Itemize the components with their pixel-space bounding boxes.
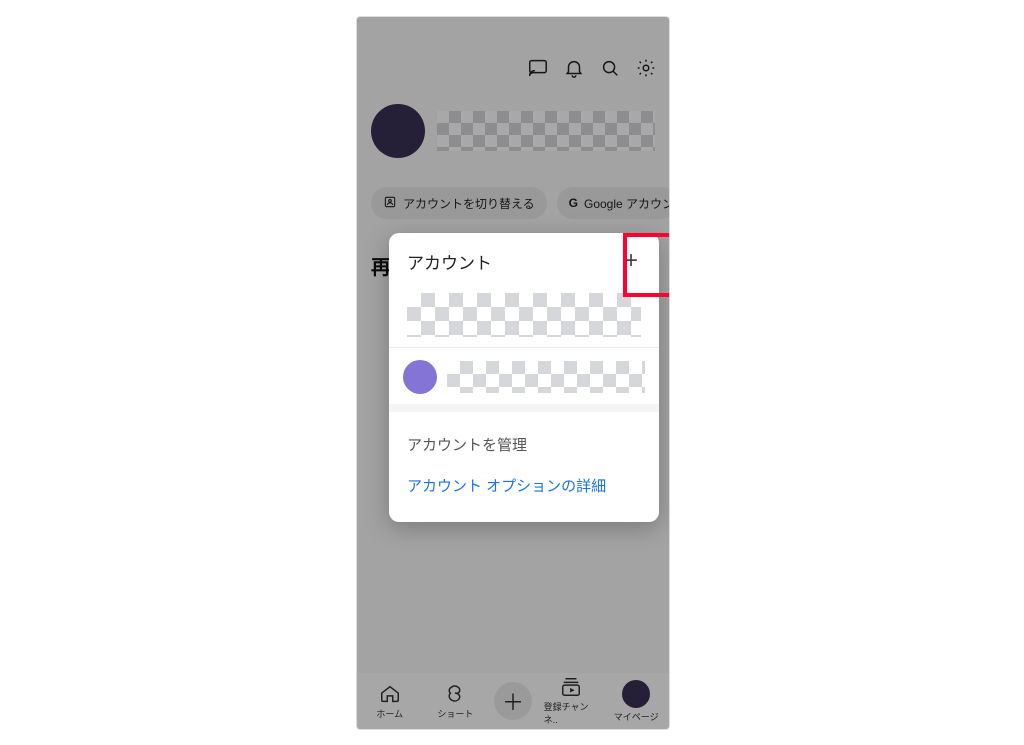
header-actions <box>523 53 661 83</box>
gear-icon[interactable] <box>631 53 661 83</box>
bottom-nav: ホーム ショート ＋ 登録チャンネ.. マイページ <box>357 673 669 729</box>
sheet-header: アカウント + <box>389 233 659 289</box>
switch-account-label: アカウントを切り替える <box>403 195 535 212</box>
nav-create[interactable]: ＋ <box>494 682 532 720</box>
phone-frame: アカウントを切り替える G Google アカウン 再 ホーム ショート ＋ <box>356 16 670 730</box>
manage-accounts-item[interactable]: アカウントを管理 <box>407 424 641 465</box>
mypage-avatar-icon <box>622 680 650 708</box>
switch-account-pill[interactable]: アカウントを切り替える <box>371 187 547 219</box>
account-other-avatar <box>403 360 437 394</box>
account-row-current[interactable] <box>389 289 659 347</box>
search-icon[interactable] <box>595 53 625 83</box>
switch-account-icon <box>383 195 397 212</box>
bell-icon[interactable] <box>559 53 589 83</box>
nav-mypage-label: マイページ <box>614 710 659 723</box>
divider-thick <box>389 404 659 412</box>
google-account-pill[interactable]: G Google アカウン <box>557 187 670 219</box>
plus-circle-icon: ＋ <box>494 682 532 720</box>
nav-subs-label: 登録チャンネ.. <box>544 700 598 726</box>
sheet-menu: アカウントを管理 アカウント オプションの詳細 <box>389 412 659 522</box>
sheet-title: アカウント <box>407 249 492 274</box>
shorts-icon <box>444 683 466 705</box>
nav-subscriptions[interactable]: 登録チャンネ.. <box>544 676 598 726</box>
profile-name-redacted <box>437 111 655 151</box>
profile-row[interactable] <box>371 101 655 161</box>
manage-accounts-label: アカウントを管理 <box>407 437 527 454</box>
home-icon <box>379 683 401 705</box>
avatar <box>371 104 425 158</box>
nav-mypage[interactable]: マイページ <box>609 680 663 723</box>
account-sheet: アカウント + アカウントを管理 アカウント オプションの詳細 <box>389 233 659 522</box>
account-options-link[interactable]: アカウント オプションの詳細 <box>407 465 641 506</box>
account-row-other[interactable] <box>389 348 659 404</box>
nav-shorts-label: ショート <box>437 707 473 720</box>
subscriptions-icon <box>560 676 582 698</box>
plus-icon: + <box>624 247 638 275</box>
nav-shorts[interactable]: ショート <box>428 683 482 720</box>
account-current-redacted <box>407 293 641 337</box>
account-pills: アカウントを切り替える G Google アカウン <box>371 187 670 219</box>
section-heading: 再 <box>371 251 391 280</box>
add-account-button[interactable]: + <box>603 237 659 285</box>
account-options-label: アカウント オプションの詳細 <box>407 478 606 495</box>
google-account-label: Google アカウン <box>584 195 670 212</box>
google-g-icon: G <box>569 196 578 210</box>
cast-icon[interactable] <box>523 53 553 83</box>
account-other-redacted <box>447 361 645 393</box>
nav-home-label: ホーム <box>376 707 403 720</box>
nav-home[interactable]: ホーム <box>363 683 417 720</box>
